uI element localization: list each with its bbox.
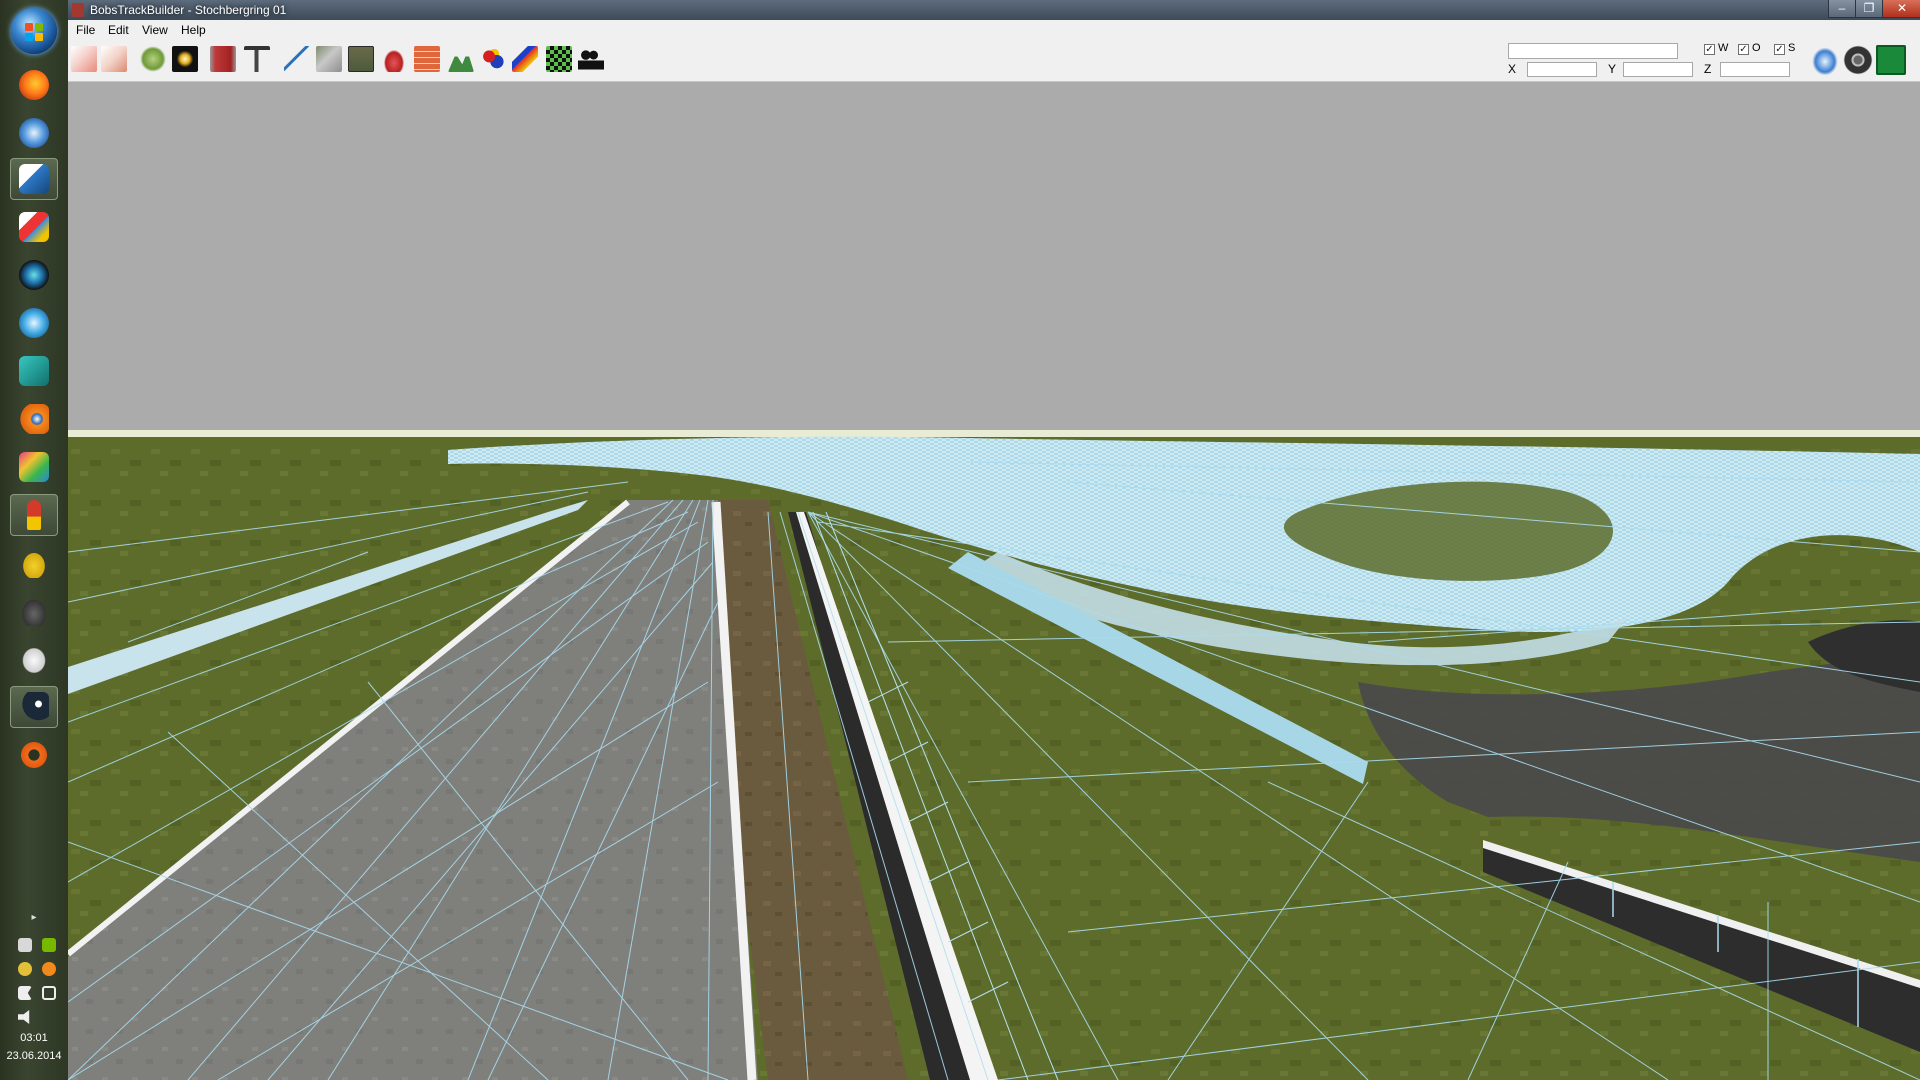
splines-checkbox[interactable]: ✓ (1774, 44, 1785, 55)
spline-icon[interactable] (284, 46, 310, 72)
3d-viewport[interactable] (68, 82, 1920, 1080)
image-editor-icon[interactable] (10, 446, 58, 488)
camera-icon[interactable] (578, 46, 604, 72)
wall-icon[interactable] (210, 46, 236, 72)
blender-icon[interactable] (10, 398, 58, 440)
track-builder-icon[interactable] (10, 494, 58, 536)
video-icon[interactable] (10, 302, 58, 344)
gamepad-icon[interactable] (10, 590, 58, 632)
path-edit-icon[interactable] (101, 46, 127, 72)
tree-icon[interactable] (244, 46, 270, 72)
car-icon[interactable] (381, 46, 407, 72)
maya-icon[interactable] (10, 350, 58, 392)
menu-file[interactable]: File (76, 23, 95, 37)
checkered-flag-icon[interactable] (546, 46, 572, 72)
paint-app-icon[interactable] (10, 206, 58, 248)
sky (68, 82, 1920, 432)
objects-icon[interactable] (480, 46, 506, 72)
menu-bar: File Edit View Help (68, 20, 1920, 40)
steam-icon[interactable] (10, 686, 58, 728)
action-center-flag-icon[interactable] (18, 986, 32, 1000)
x-label: X (1508, 62, 1517, 76)
thunderbird-icon[interactable] (10, 112, 58, 154)
sun-icon[interactable] (172, 46, 198, 72)
clock-time[interactable]: 03:01 (0, 1032, 68, 1044)
wireframe-label: W (1718, 42, 1729, 54)
media-player-icon[interactable] (10, 254, 58, 296)
tray-expand-icon[interactable]: ▸ (0, 912, 68, 923)
clock-date[interactable]: 23.06.2014 (0, 1050, 68, 1062)
app-icon (72, 3, 84, 17)
restore-button[interactable]: ❐ (1855, 0, 1883, 18)
z-label: Z (1704, 62, 1712, 76)
minimize-button[interactable]: – (1828, 0, 1856, 18)
origin-tray-icon[interactable] (42, 962, 56, 976)
mountain-icon[interactable] (448, 51, 474, 72)
z-coordinate-field[interactable] (1720, 62, 1790, 77)
steering-wheel-icon[interactable] (1843, 45, 1873, 75)
tray-app-icon[interactable] (18, 962, 32, 976)
y-label: Y (1608, 62, 1617, 76)
paint-icon[interactable] (512, 46, 538, 72)
network-icon[interactable] (42, 986, 56, 1000)
road-icon[interactable] (316, 46, 342, 72)
objects-label: O (1752, 42, 1761, 54)
brick-icon[interactable] (414, 46, 440, 72)
objects-checkbox[interactable]: ✓ (1738, 44, 1749, 55)
firefox-icon[interactable] (10, 64, 58, 106)
x-coordinate-field[interactable] (1527, 62, 1597, 77)
game-controller-icon[interactable] (10, 638, 58, 680)
inkscape-icon[interactable] (10, 158, 58, 200)
origin-icon[interactable] (10, 734, 58, 776)
menu-view[interactable]: View (142, 23, 168, 37)
wireframe-checkbox[interactable]: ✓ (1704, 44, 1715, 55)
window-title: BobsTrackBuilder - Stochbergring 01 (90, 3, 287, 17)
terrain-icon[interactable] (140, 46, 166, 72)
close-button[interactable]: ✕ (1882, 0, 1920, 18)
grid-icon[interactable] (348, 46, 374, 72)
path-tool-icon[interactable] (71, 46, 97, 72)
taskbar: ▸ 03:01 23.06.2014 (0, 0, 69, 1080)
start-button[interactable] (11, 8, 57, 54)
splines-label: S (1788, 42, 1796, 54)
status-field[interactable] (1508, 43, 1678, 59)
volume-icon[interactable] (18, 1010, 30, 1024)
toolbar: X Y Z (68, 40, 1920, 82)
app-window: BobsTrackBuilder - Stochbergring 01 – ❐ … (68, 0, 1920, 1080)
steam-tray-icon[interactable] (18, 938, 32, 952)
horizon-line (68, 430, 1920, 438)
helicopter-view-icon[interactable] (1810, 45, 1840, 75)
nvidia-tray-icon[interactable] (42, 938, 56, 952)
wireframe-scene (68, 82, 1920, 1080)
y-coordinate-field[interactable] (1623, 62, 1693, 77)
racing-game-icon[interactable] (10, 542, 58, 584)
menu-help[interactable]: Help (181, 23, 206, 37)
walk-icon[interactable] (1876, 45, 1906, 75)
title-bar[interactable]: BobsTrackBuilder - Stochbergring 01 – ❐ … (68, 0, 1920, 20)
menu-edit[interactable]: Edit (108, 23, 129, 37)
